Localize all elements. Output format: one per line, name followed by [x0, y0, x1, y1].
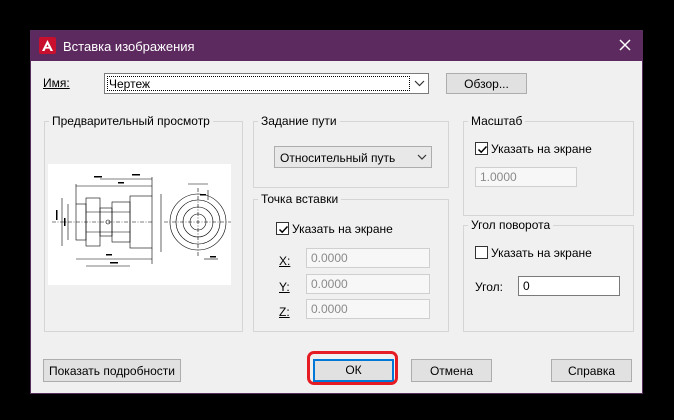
y-field[interactable]: 0.0000 [306, 274, 430, 294]
scale-on-screen-label: Указать на экране [491, 142, 592, 156]
show-details-button[interactable]: Показать подробности [43, 359, 181, 382]
z-label: Z: [279, 305, 290, 319]
chevron-down-icon [416, 151, 428, 166]
name-label: Имя: [43, 76, 70, 90]
close-icon[interactable] [616, 36, 634, 54]
angle-field[interactable]: 0 [518, 276, 620, 296]
insertion-on-screen-checkbox[interactable] [276, 222, 289, 235]
z-field[interactable]: 0.0000 [306, 299, 430, 319]
preview-title: Предварительный просмотр [49, 114, 213, 128]
x-field[interactable]: 0.0000 [306, 248, 430, 268]
name-combobox[interactable]: Чертеж [104, 73, 429, 94]
rotation-title: Угол поворота [468, 218, 554, 232]
technical-drawing-thumbnail [52, 174, 231, 267]
cancel-button[interactable]: Отмена [411, 359, 492, 382]
insertion-point-title: Точка вставки [258, 192, 342, 206]
scale-title: Масштаб [468, 114, 526, 128]
rotation-group: Угол поворота Указать на экране Угол: 0 [463, 218, 634, 332]
path-group: Задание пути Относительный путь [253, 114, 449, 188]
scale-on-screen-checkbox[interactable] [475, 142, 488, 155]
preview-image [48, 164, 231, 285]
autocad-icon [39, 37, 56, 54]
x-label: X: [279, 254, 291, 268]
insertion-on-screen-label: Указать на экране [292, 222, 393, 236]
scale-group: Масштаб Указать на экране 1.0000 [463, 114, 634, 216]
browse-button[interactable]: Обзор... [446, 73, 527, 94]
path-type-value: Относительный путь [280, 151, 396, 165]
path-type-dropdown[interactable]: Относительный путь [274, 146, 432, 168]
rotation-on-screen-checkbox[interactable] [475, 246, 488, 259]
insertion-point-group: Точка вставки Указать на экране X: 0.000… [253, 192, 449, 332]
path-title: Задание пути [258, 114, 340, 128]
dialog-title: Вставка изображения [63, 39, 195, 54]
scale-field[interactable]: 1.0000 [475, 167, 577, 187]
angle-label: Угол: [475, 280, 503, 294]
name-value: Чертеж [107, 76, 410, 91]
chevron-down-icon[interactable] [411, 74, 428, 93]
y-label: Y: [279, 280, 290, 294]
ok-button-highlight [307, 351, 398, 385]
title-bar: Вставка изображения [31, 31, 642, 61]
rotation-on-screen-label: Указать на экране [491, 246, 592, 260]
help-button[interactable]: Справка [551, 359, 632, 382]
